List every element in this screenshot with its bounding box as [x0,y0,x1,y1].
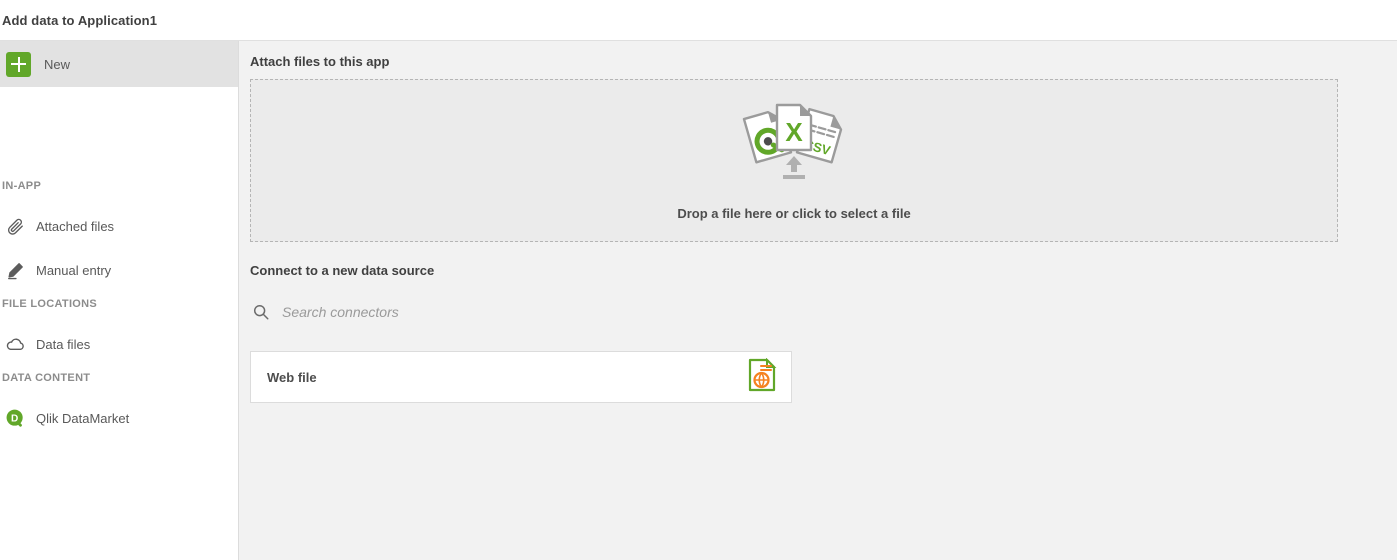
upload-arrow-icon [783,155,805,179]
svg-text:X: X [785,117,803,147]
search-input[interactable] [282,304,742,320]
sidebar-item-label: Manual entry [36,262,112,278]
search-icon [250,303,272,321]
dialog-body: New IN-APP Attached files Manual entry F… [0,41,1397,560]
add-data-dialog: Add data to Application1 New IN-APP Atta… [0,0,1397,560]
sidebar-item-manual-entry[interactable]: Manual entry [0,255,111,285]
sidebar-item-label: Qlik DataMarket [36,410,130,426]
cloud-icon [2,334,28,355]
sidebar-item-attached-files[interactable]: Attached files [0,211,114,241]
sidebar-nav: IN-APP Attached files Manual entry FILE … [0,87,238,560]
search-connectors-row[interactable] [250,297,790,327]
sidebar-group-data-content-label: DATA CONTENT [2,372,91,384]
sidebar-group-in-app-label: IN-APP [2,180,42,192]
svg-text:D: D [10,413,17,424]
sidebar-item-label: Attached files [36,218,115,234]
sidebar-item-qlik-datamarket[interactable]: D Qlik DataMarket [0,403,129,433]
plus-icon [6,51,31,77]
attach-files-title: Attach files to this app [250,54,390,69]
new-button[interactable]: New [0,41,238,87]
sidebar-group-file-locations-label: FILE LOCATIONS [2,298,98,310]
pencil-icon [2,261,28,280]
main-content: Attach files to this app CSV X Drop a fi… [239,41,1397,560]
dropzone-illustration: CSV X [739,101,849,188]
dropzone-text: Drop a file here or click to select a fi… [677,205,911,221]
new-button-label: New [44,56,71,72]
qlik-datamarket-icon: D [2,408,28,429]
file-dropzone[interactable]: CSV X Drop a file here or click to selec… [250,79,1338,242]
connector-name: Web file [267,369,317,385]
sidebar: New IN-APP Attached files Manual entry F… [0,41,239,560]
web-file-icon [747,357,777,397]
connector-card-web-file[interactable]: Web file [250,351,792,403]
connect-data-source-title: Connect to a new data source [250,263,435,278]
page-title: Add data to Application1 [2,12,158,28]
paperclip-icon [2,217,28,236]
sidebar-item-data-files[interactable]: Data files [0,329,90,359]
sidebar-item-label: Data files [36,336,91,352]
dialog-header: Add data to Application1 [0,0,1397,41]
